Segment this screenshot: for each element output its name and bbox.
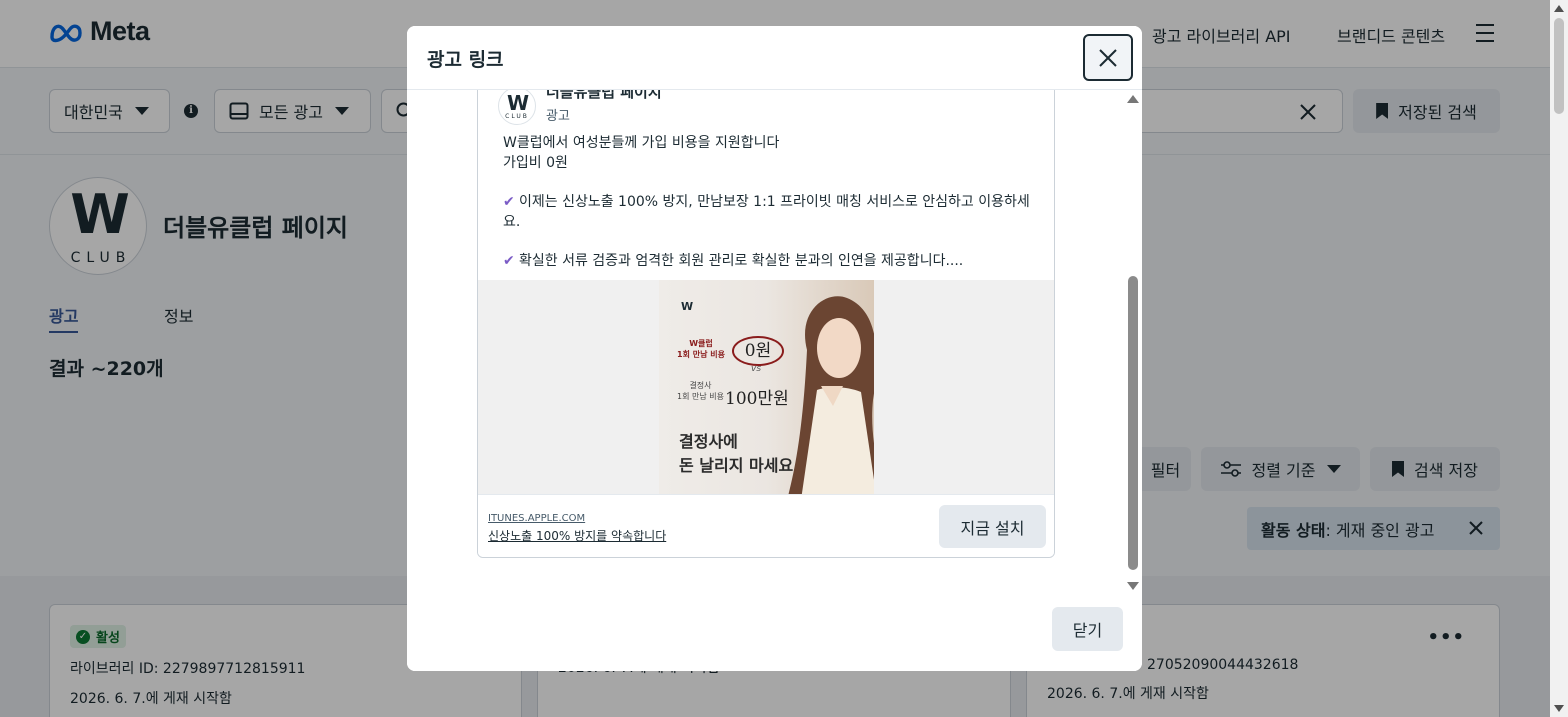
ad-body-text: W클럽에서 여성분들께 가입 비용을 지원합니다 가입비 0원 ✔ 이제는 신상노… (503, 133, 1033, 271)
check-icon: ✔ (503, 253, 515, 269)
scrollbar-thumb[interactable] (1554, 18, 1564, 114)
creative-label-agency: 결정사 1회 만남 비용 (677, 381, 724, 401)
ad-text-bullet: 확실한 서류 검증과 엄격한 회원 관리로 확실한 분과의 인연을 제공합니다.… (519, 253, 964, 269)
ad-creative-image: W W클럽 1회 만남 비용 0원 vs 결정사 1회 만남 비용 100만원 (659, 280, 874, 494)
dialog-title: 광고 링크 (427, 49, 504, 71)
ad-footer: ITUNES.APPLE.COM 신상노출 100% 방지를 약속합니다 지금 … (478, 494, 1054, 557)
creative-logo: W (681, 300, 694, 313)
ad-media[interactable]: W W클럽 1회 만남 비용 0원 vs 결정사 1회 만남 비용 100만원 (478, 280, 1054, 494)
ad-domain-link[interactable]: ITUNES.APPLE.COM (488, 513, 585, 524)
avatar-logo-letter: W (506, 91, 529, 115)
creative-vs: vs (751, 364, 762, 374)
ad-preview-card: W CLUB 더블유클럽 페이지 광고 W클럽에서 여성분들께 가입 비용을 지… (477, 90, 1055, 558)
dialog-scrollbar[interactable] (1126, 90, 1140, 590)
scrollbar-thumb[interactable] (1128, 276, 1138, 570)
scroll-down-arrow-icon[interactable] (1554, 705, 1564, 712)
close-icon (1099, 48, 1117, 67)
install-now-button[interactable]: 지금 설치 (939, 505, 1046, 548)
ad-link-dialog: W CLUB 더블유클럽 페이지 광고 W클럽에서 여성분들께 가입 비용을 지… (407, 26, 1142, 671)
avatar-logo-sub: CLUB (505, 113, 529, 120)
ad-text-bullet: 이제는 신상노출 100% 방지, 만남보장 1:1 프라이빗 매칭 서비스로 … (503, 194, 1030, 230)
sponsored-label: 광고 (546, 109, 570, 124)
scroll-up-arrow-icon[interactable] (1127, 95, 1139, 103)
scroll-down-arrow-icon[interactable] (1127, 582, 1139, 590)
ad-text-line: 가입비 0원 (503, 155, 568, 171)
check-icon: ✔ (503, 194, 515, 210)
dialog-close-button[interactable] (1083, 34, 1133, 81)
ad-page-avatar[interactable]: W CLUB (498, 90, 536, 125)
page-scrollbar[interactable] (1550, 0, 1568, 717)
creative-label-wclub: W클럽 1회 만남 비용 (677, 339, 725, 359)
ad-text-line: W클럽에서 여성분들께 가입 비용을 지원합니다 (503, 135, 780, 151)
dialog-body: W CLUB 더블유클럽 페이지 광고 W클럽에서 여성분들께 가입 비용을 지… (407, 90, 1142, 600)
dialog-header: 광고 링크 (407, 26, 1142, 90)
creative-headline: 결정사에 돈 날리지 마세요 (679, 432, 794, 475)
scroll-up-arrow-icon[interactable] (1554, 5, 1564, 12)
close-button[interactable]: 닫기 (1052, 607, 1123, 651)
ad-page-name[interactable]: 더블유클럽 페이지 (546, 90, 662, 102)
dialog-footer: 닫기 (407, 600, 1142, 671)
ad-caption-link[interactable]: 신상노출 100% 방지를 약속합니다 (488, 527, 666, 544)
